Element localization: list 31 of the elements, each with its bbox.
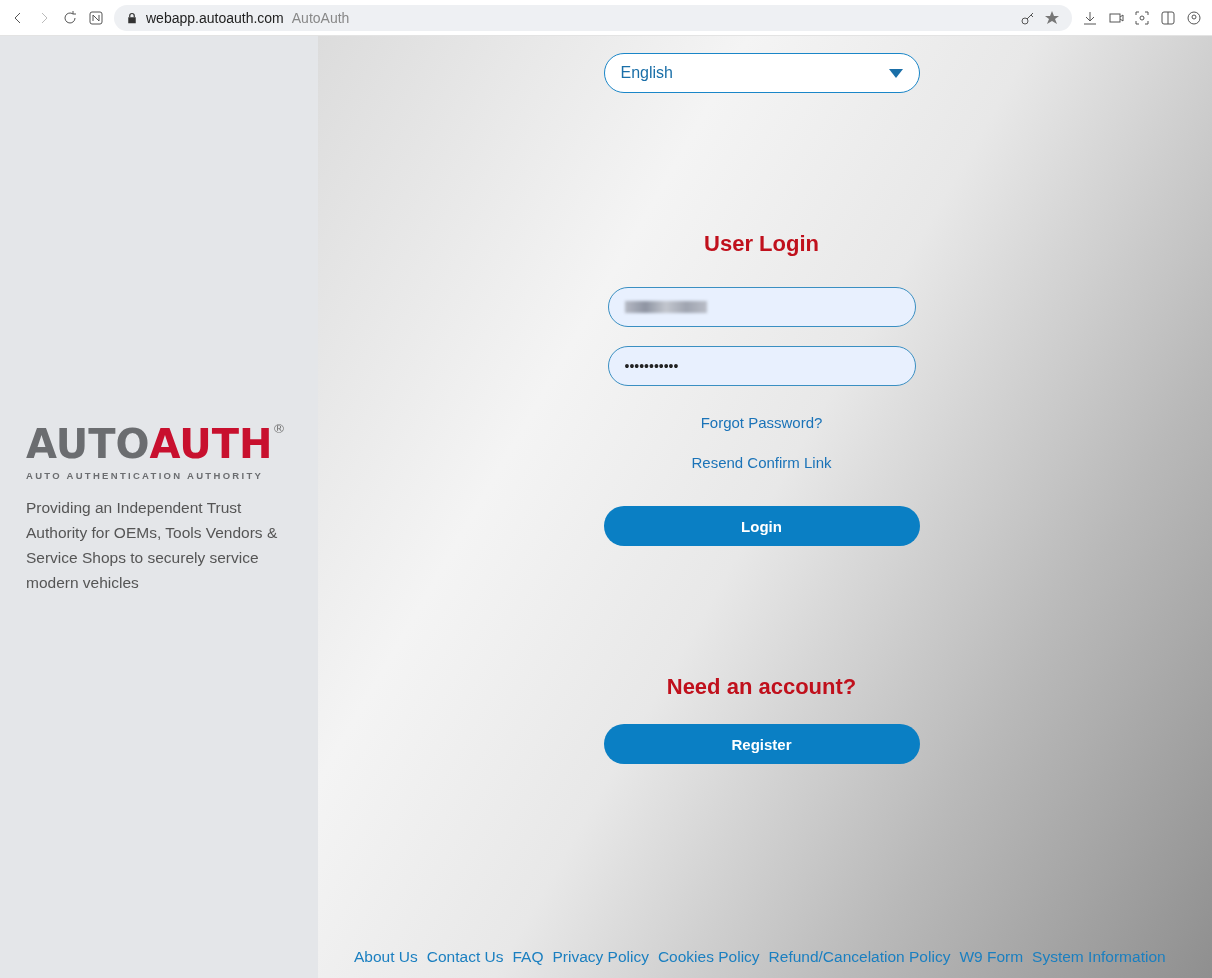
tagline: Providing an Independent Trust Authority for OEMs, Tools Vendors & Service Shops to securely service modern vehicles (26, 497, 279, 593)
star-icon[interactable] (1044, 9, 1060, 26)
login-title: User Login (704, 231, 819, 257)
lock-icon (126, 11, 138, 24)
caret-icon (888, 68, 903, 78)
footer-link[interactable]: About Us (354, 948, 418, 966)
reader-icon[interactable] (88, 9, 104, 26)
password-field[interactable]: ••••••••••• (607, 346, 916, 386)
link[interactable]: Resend Confirm Link (691, 454, 832, 471)
split-view-icon[interactable] (1160, 9, 1176, 26)
footer-link[interactable]: Cookies Policy (657, 948, 760, 966)
footer-link[interactable]: Contact Us (426, 948, 504, 966)
screenshot-icon[interactable] (1134, 9, 1150, 26)
page-title: AutoAuth (291, 9, 350, 26)
url-text: webapp.autoauth.com (146, 9, 284, 26)
link[interactable]: Forgot Password? (700, 414, 823, 431)
footer-link[interactable]: W9 Form (959, 948, 1024, 966)
footer-link[interactable]: Privacy Policy (552, 948, 649, 966)
logo-subtitle: AUTO AUTHENTICATION AUTHORITY (26, 469, 265, 481)
download-icon[interactable] (1082, 9, 1098, 26)
address-bar[interactable]: webapp.autoauth.com AutoAuth (114, 4, 1072, 31)
logo: AUTOAUTH® (26, 419, 287, 468)
profile-icon[interactable] (1186, 9, 1202, 26)
footer-link[interactable]: FAQ (512, 948, 544, 966)
register-title: Need an account? (666, 674, 857, 700)
register-button[interactable]: Register (603, 724, 920, 764)
username-field[interactable] (607, 287, 916, 327)
login-button[interactable]: Login (603, 506, 920, 546)
language-select[interactable]: English (603, 53, 920, 93)
footer-link[interactable]: Refund/Cancelation Policy (768, 948, 951, 966)
reload-icon[interactable] (62, 9, 78, 26)
